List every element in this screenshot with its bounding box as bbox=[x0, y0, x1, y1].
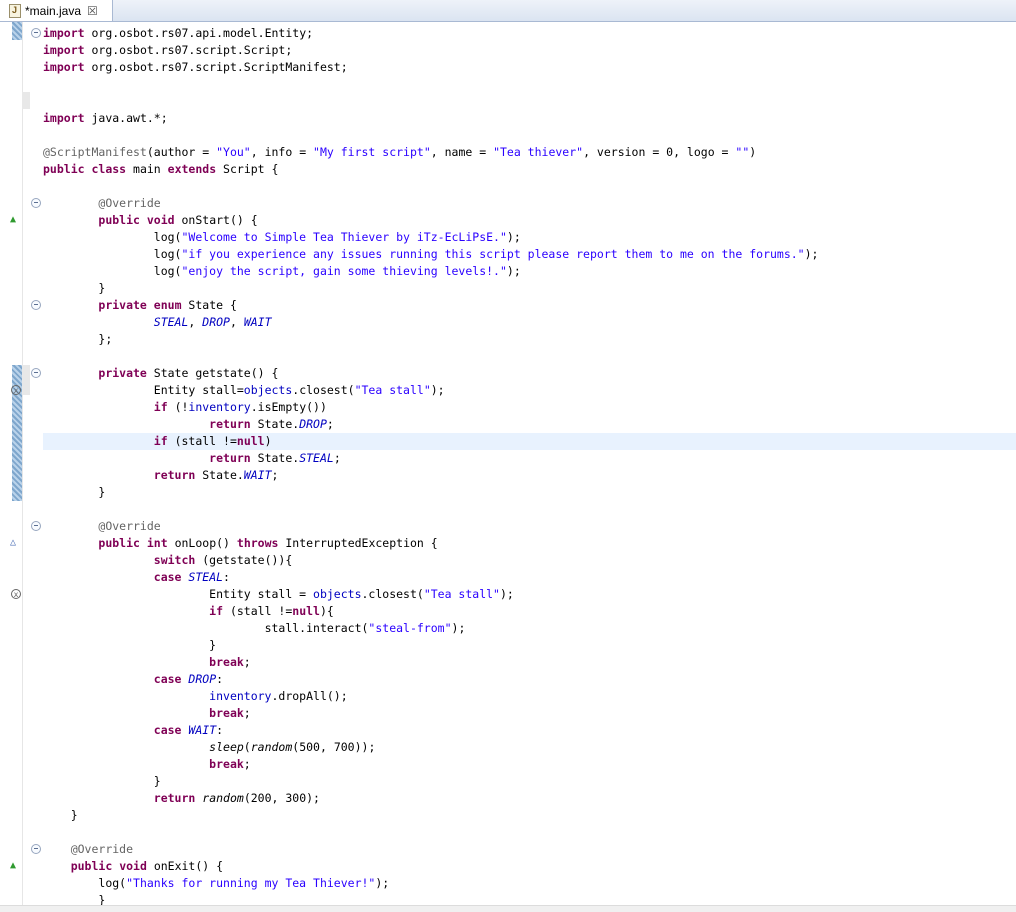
change-marker bbox=[12, 22, 22, 40]
code-line: if (stall !=null) bbox=[153, 434, 272, 448]
code-line: Entity stall = objects.closest("Tea stal… bbox=[209, 587, 514, 601]
code-line: } bbox=[153, 774, 161, 788]
code-line: return State.WAIT; bbox=[153, 468, 279, 482]
code-line: switch (getstate()){ bbox=[153, 553, 293, 567]
tab-title: *main.java bbox=[25, 3, 82, 18]
java-file-icon bbox=[9, 3, 21, 18]
code-editor[interactable]: ▲ △ ▲ x x import org.osbot.rs07.api.mode… bbox=[0, 22, 1016, 912]
code-line: public void onExit() { bbox=[70, 859, 224, 873]
code-line: @Override bbox=[70, 842, 134, 856]
fold-toggle-icon[interactable] bbox=[31, 300, 41, 310]
code-line: } bbox=[98, 485, 106, 499]
error-marker-icon[interactable]: x bbox=[11, 385, 21, 395]
fold-toggle-icon[interactable] bbox=[31, 28, 41, 38]
code-line: STEAL, DROP, WAIT bbox=[153, 315, 272, 329]
code-line: log("enjoy the script, gain some thievin… bbox=[153, 264, 521, 278]
code-line: case DROP: bbox=[153, 672, 224, 686]
fold-toggle-icon[interactable] bbox=[31, 198, 41, 208]
code-line: import org.osbot.rs07.api.model.Entity; bbox=[43, 26, 314, 40]
fold-toggle-icon[interactable] bbox=[31, 368, 41, 378]
code-line: }; bbox=[98, 332, 113, 346]
code-line: case WAIT: bbox=[153, 723, 224, 737]
fold-toggle-icon[interactable] bbox=[31, 844, 41, 854]
fold-toggle-icon[interactable] bbox=[31, 521, 41, 531]
code-line: } bbox=[98, 281, 106, 295]
code-line: private enum State { bbox=[98, 298, 237, 312]
code-line: case STEAL: bbox=[153, 570, 230, 584]
implements-marker-icon[interactable]: △ bbox=[10, 537, 16, 549]
code-line: Entity stall=objects.closest("Tea stall"… bbox=[153, 383, 445, 397]
code-line: return State.DROP; bbox=[209, 417, 334, 431]
code-line: private State getstate() { bbox=[98, 366, 279, 380]
change-marker bbox=[22, 92, 30, 109]
change-marker bbox=[22, 365, 30, 395]
code-line: } bbox=[70, 808, 78, 822]
code-line: stall.interact("steal-from"); bbox=[264, 621, 466, 635]
code-line: return random(200, 300); bbox=[153, 791, 320, 805]
code-line: sleep(random(500, 700)); bbox=[209, 740, 376, 754]
code-line: break; bbox=[209, 655, 251, 669]
code-line: @ScriptManifest(author = "You", info = "… bbox=[43, 145, 757, 159]
code-line: public void onStart() { bbox=[98, 213, 258, 227]
editor-tab-bar: *main.java ☒ bbox=[0, 0, 1016, 22]
code-line: log("Welcome to Simple Tea Thiever by iT… bbox=[153, 230, 521, 244]
horizontal-scrollbar[interactable] bbox=[0, 905, 1016, 912]
code-line: public int onLoop() throws InterruptedEx… bbox=[98, 536, 438, 550]
code-line: import org.osbot.rs07.script.Script; bbox=[43, 43, 293, 57]
code-line: import java.awt.*; bbox=[43, 111, 168, 125]
code-line: if (!inventory.isEmpty()) bbox=[153, 400, 327, 414]
code-line: log("if you experience any issues runnin… bbox=[153, 247, 819, 261]
code-line: } bbox=[209, 638, 217, 652]
code-line: break; bbox=[209, 706, 251, 720]
close-icon[interactable]: ☒ bbox=[87, 4, 98, 18]
code-line: @Override bbox=[98, 519, 161, 533]
code-line: return State.STEAL; bbox=[209, 451, 341, 465]
error-marker-icon[interactable]: x bbox=[11, 589, 21, 599]
code-line: @Override bbox=[98, 196, 161, 210]
code-line: import org.osbot.rs07.script.ScriptManif… bbox=[43, 60, 348, 74]
code-line: if (stall !=null){ bbox=[209, 604, 334, 618]
code-line: log("Thanks for running my Tea Thiever!"… bbox=[98, 876, 390, 890]
code-line: inventory.dropAll(); bbox=[209, 689, 348, 703]
override-marker-icon[interactable]: ▲ bbox=[10, 214, 16, 226]
override-marker-icon[interactable]: ▲ bbox=[10, 860, 16, 872]
code-line: break; bbox=[209, 757, 251, 771]
code-line: public class main extends Script { bbox=[43, 162, 279, 176]
tab-main-java[interactable]: *main.java ☒ bbox=[0, 0, 113, 21]
